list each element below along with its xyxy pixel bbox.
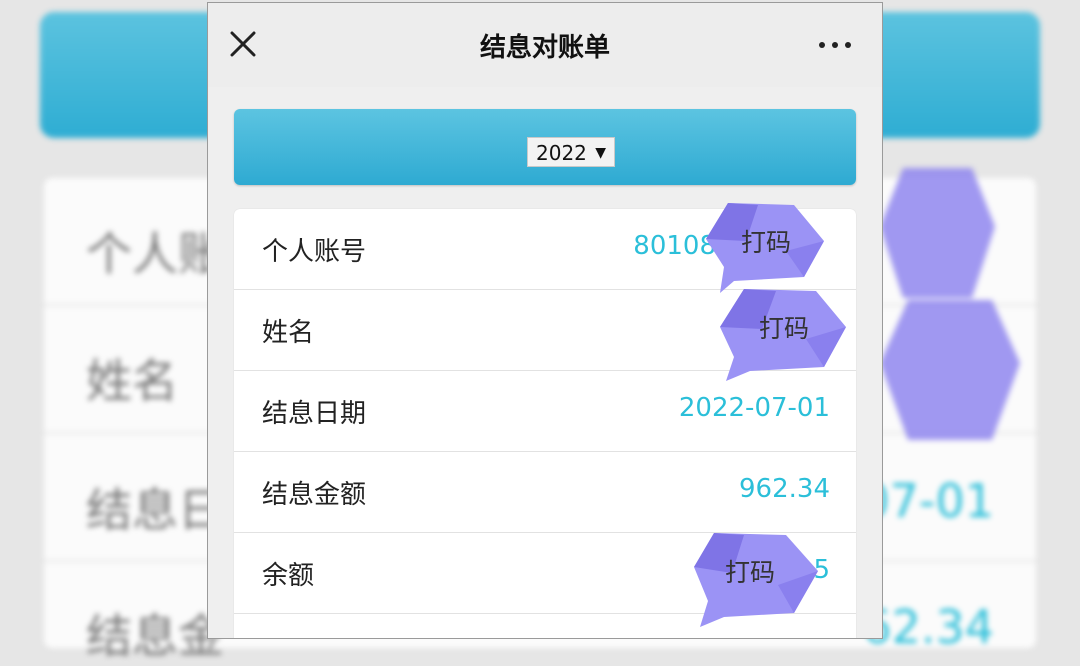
bg-row-label: 姓名 bbox=[86, 354, 178, 408]
page-title: 结息对账单 bbox=[479, 33, 610, 63]
year-filter-bar: 2022 ▼ bbox=[234, 109, 856, 185]
bg-redaction-sticker bbox=[880, 168, 995, 298]
redaction-label: 打码 bbox=[758, 314, 809, 343]
list-item-interest-amount: 结息金额 962.34 bbox=[234, 452, 856, 533]
mini-program-window: 结息对账单 2022 ▼ 个人账号 80108 姓名 结息日期 2022-07-… bbox=[207, 2, 883, 639]
redaction-sticker: 打码 bbox=[706, 201, 826, 293]
redaction-label: 打码 bbox=[740, 228, 791, 257]
row-label: 结息日期 bbox=[262, 399, 367, 429]
bg-row-label: 个人账 bbox=[86, 227, 224, 281]
row-label: 姓名 bbox=[262, 318, 315, 348]
row-label: 余额 bbox=[262, 561, 315, 591]
redaction-sticker: 打码 bbox=[720, 287, 846, 381]
list-item-interest-date: 结息日期 2022-07-01 bbox=[234, 371, 856, 452]
row-value: 80108 bbox=[633, 231, 716, 261]
redaction-label: 打码 bbox=[724, 558, 775, 587]
row-label: 结息金额 bbox=[262, 480, 367, 510]
dropdown-caret-icon: ▼ bbox=[595, 145, 606, 161]
year-select-value: 2022 bbox=[536, 141, 587, 165]
bg-row-label: 结息日 bbox=[86, 483, 224, 537]
row-value: 962.34 bbox=[739, 474, 830, 504]
bg-row-label: 结息金 bbox=[86, 609, 224, 663]
nav-bar: 结息对账单 bbox=[208, 3, 882, 87]
bg-redaction-sticker bbox=[880, 300, 1020, 440]
row-label: 个人账号 bbox=[262, 237, 367, 267]
redaction-sticker: 打码 bbox=[694, 531, 818, 627]
row-value: 2022-07-01 bbox=[678, 393, 830, 423]
more-icon[interactable] bbox=[818, 41, 852, 49]
year-select[interactable]: 2022 ▼ bbox=[527, 137, 615, 167]
